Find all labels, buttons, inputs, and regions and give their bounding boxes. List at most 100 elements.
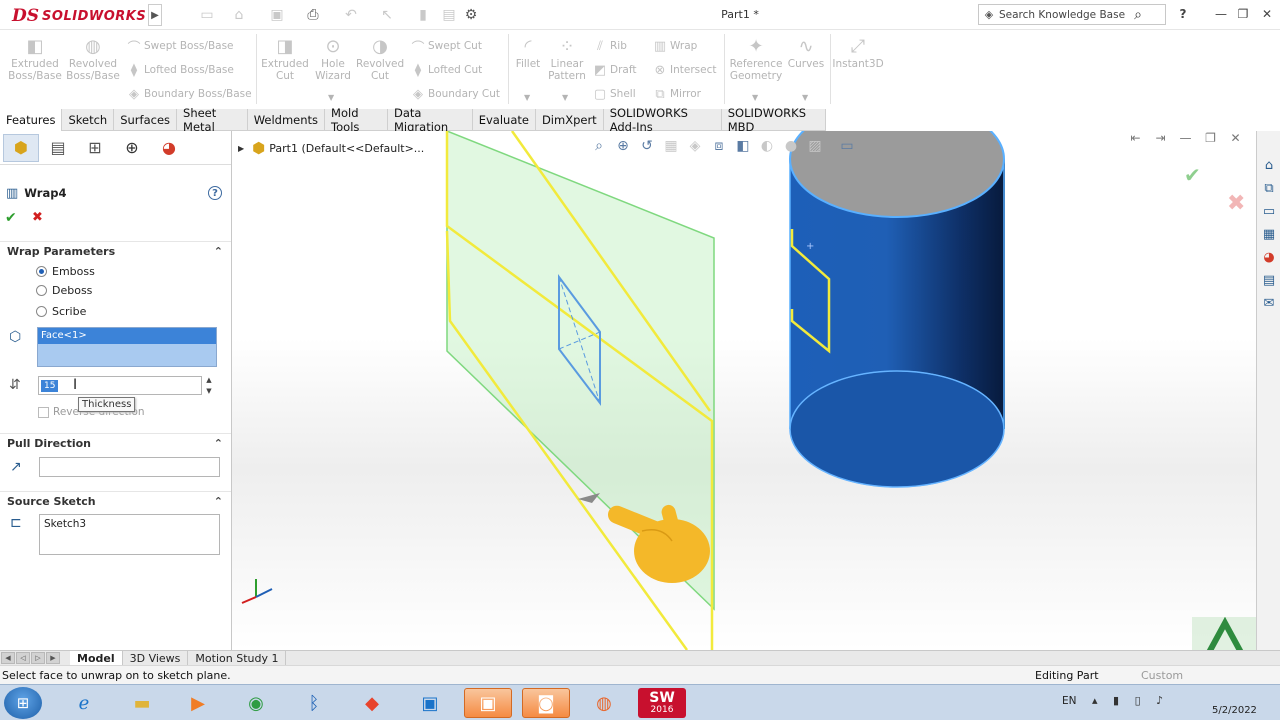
solidworks-logo[interactable]: DS SOLIDWORKS <box>12 6 146 26</box>
previous-tab-icon[interactable]: ◁ <box>16 652 30 664</box>
wrap-parameters-header[interactable]: Wrap Parameters ⌃ <box>0 241 231 261</box>
help-icon[interactable]: ? <box>1174 5 1192 23</box>
selected-face-item[interactable]: Face<1> <box>38 328 216 344</box>
view-palette-icon[interactable]: ▦ <box>1258 224 1280 244</box>
hole-wizard-button[interactable]: ⊙ Hole Wizard <box>310 36 356 82</box>
lofted-cut-button[interactable]: ⧫ Lofted Cut <box>408 61 483 79</box>
swept-cut-button[interactable]: ⌒ Swept Cut <box>408 37 481 56</box>
design-library-icon[interactable]: ⧉ <box>1258 178 1280 198</box>
cylinder-bottom[interactable] <box>789 370 1005 488</box>
boundary-boss-button[interactable]: ◈ Boundary Boss/Base <box>124 85 252 103</box>
file-explorer-icon[interactable]: ▬ <box>118 688 166 718</box>
viewport-close-icon[interactable]: ✕ <box>1223 131 1248 145</box>
undo-icon[interactable]: ↶ <box>340 6 362 24</box>
tab-data-migration[interactable]: Data Migration <box>388 106 473 134</box>
system-tray-icons[interactable]: ▴ ▮ ▯ ♪ <box>1092 694 1169 707</box>
display-manager-tab-icon[interactable]: ◕ <box>151 134 187 162</box>
fillet-button[interactable]: ◜ Fillet <box>512 36 544 70</box>
collapse-chevron-icon[interactable]: ⌃ <box>214 437 223 450</box>
tab-weldments[interactable]: Weldments <box>248 109 326 131</box>
source-sketch-header[interactable]: Source Sketch ⌃ <box>0 491 231 511</box>
instant3d-button[interactable]: ⤢ Instant3D <box>832 36 884 70</box>
tab-dimxpert[interactable]: DimXpert <box>536 109 604 131</box>
unit-system[interactable]: Custom <box>1141 669 1183 682</box>
start-button[interactable]: ⊞ <box>4 687 42 719</box>
expand-arrow-icon[interactable]: ▶ <box>238 144 244 153</box>
close-window-button[interactable]: ✕ <box>1258 5 1276 23</box>
extruded-boss-button[interactable]: ◧ Extruded Boss/Base <box>8 36 62 82</box>
firefox-icon[interactable]: ◍ <box>580 688 628 718</box>
confirmation-cancel-icon[interactable]: ✖ <box>1227 191 1245 216</box>
dimxpert-manager-tab-icon[interactable]: ⊕ <box>114 134 150 162</box>
zoom-to-area-icon[interactable]: ⊕ <box>611 138 635 154</box>
checkbox[interactable] <box>38 406 49 418</box>
tab-surfaces[interactable]: Surfaces <box>114 109 178 131</box>
source-sketch-field[interactable]: Sketch3 <box>39 514 220 555</box>
dynamic-annotation-icon[interactable]: ◈ <box>683 138 707 154</box>
radio[interactable] <box>36 284 47 296</box>
last-tab-icon[interactable]: ▶ <box>46 652 60 664</box>
mirror-button[interactable]: ⧉ Mirror <box>650 85 701 103</box>
tab-sheet-metal[interactable]: Sheet Metal <box>177 106 248 134</box>
graphics-area[interactable]: + ▶ ⬢ Part1 (Default<<Default>... ⌕ ⊕ ↺ … <box>232 131 1256 650</box>
search-input[interactable] <box>999 8 1129 21</box>
appearances-icon[interactable]: ◕ <box>1258 247 1280 267</box>
thickness-spinner[interactable]: ▲ ▼ <box>203 376 215 395</box>
custom-properties-icon[interactable]: ▤ <box>1258 270 1280 290</box>
pull-direction-header[interactable]: Pull Direction ⌃ <box>0 433 231 453</box>
hole-wizard-dropdown-icon[interactable]: ▼ <box>328 93 334 102</box>
tab-3d-views[interactable]: 3D Views <box>123 650 189 666</box>
new-document-icon[interactable]: ▭ <box>196 6 218 24</box>
zoom-to-fit-icon[interactable]: ⌕ <box>587 138 611 154</box>
apply-scene-icon[interactable]: ▨ <box>803 138 827 154</box>
curves-dropdown-icon[interactable]: ▼ <box>802 93 808 102</box>
linear-pattern-dropdown-icon[interactable]: ▼ <box>562 93 568 102</box>
first-tab-icon[interactable]: ◀ <box>1 652 15 664</box>
scribe-option[interactable]: Scribe <box>36 303 86 319</box>
wrap-button[interactable]: ▥ Wrap <box>650 37 697 55</box>
property-manager-tab-icon[interactable]: ▤ <box>40 134 76 162</box>
help-icon[interactable]: ? <box>208 186 222 200</box>
revolved-boss-button[interactable]: ◍ Revolved Boss/Base <box>66 36 120 82</box>
search-scope-icon[interactable]: ◈ <box>979 8 999 21</box>
chrome-icon[interactable]: ◉ <box>232 688 280 718</box>
tab-model[interactable]: Model <box>70 650 123 666</box>
select-arrow-icon[interactable]: ↖ <box>376 6 398 24</box>
search-icon[interactable]: ⌕ <box>1129 7 1147 23</box>
tab-motion-study[interactable]: Motion Study 1 <box>188 650 287 666</box>
camera-app-icon[interactable]: ◙ <box>522 688 570 718</box>
tab-features[interactable]: Features <box>0 109 63 131</box>
input-language[interactable]: EN <box>1062 695 1077 707</box>
feature-manager-tab-icon[interactable]: ⬢ <box>3 133 39 162</box>
file-explorer-icon[interactable]: ▭ <box>1258 201 1280 221</box>
radio[interactable] <box>36 305 47 317</box>
configuration-manager-tab-icon[interactable]: ⊞ <box>77 134 113 162</box>
thickness-input[interactable]: 15 I <box>38 376 202 395</box>
internet-explorer-icon[interactable]: ℯ <box>60 688 108 718</box>
viewport-back-icon[interactable]: ⇤ <box>1123 131 1148 145</box>
collapse-chevron-icon[interactable]: ⌃ <box>214 495 223 508</box>
deboss-option[interactable]: Deboss <box>36 282 92 298</box>
reference-geometry-dropdown-icon[interactable]: ▼ <box>752 93 758 102</box>
tab-solidworks-mbd[interactable]: SOLIDWORKS MBD <box>722 106 826 134</box>
shell-button[interactable]: ▢ Shell <box>590 85 636 103</box>
linear-pattern-button[interactable]: ⁘ Linear Pattern <box>546 36 588 82</box>
menu-expand-arrow[interactable]: ▶ <box>148 4 162 26</box>
view-orientation-icon[interactable]: ⧈ <box>707 138 731 154</box>
save-icon[interactable]: ▣ <box>266 6 288 24</box>
tab-solidworks-addins[interactable]: SOLIDWORKS Add-Ins <box>604 106 722 134</box>
radio-selected[interactable] <box>36 265 47 277</box>
intersect-button[interactable]: ⊗ Intersect <box>650 61 717 79</box>
file-properties-icon[interactable]: ▤ <box>438 6 460 24</box>
knowledge-base-search[interactable]: ◈ ⌕ <box>978 4 1166 25</box>
clock-date[interactable]: 5/2/2022 <box>1212 705 1257 716</box>
lofted-boss-button[interactable]: ⧫ Lofted Boss/Base <box>124 61 234 79</box>
print-icon[interactable]: ⎙ <box>302 6 324 24</box>
swept-boss-button[interactable]: ⌒ Swept Boss/Base <box>124 37 233 56</box>
tab-mold-tools[interactable]: Mold Tools <box>325 106 388 134</box>
extruded-cut-button[interactable]: ◨ Extruded Cut <box>260 36 310 82</box>
viewport-restore-icon[interactable]: ❐ <box>1198 131 1223 145</box>
feature-tree-root[interactable]: ▶ ⬢ Part1 (Default<<Default>... <box>238 139 424 157</box>
rebuild-icon[interactable]: ▮ <box>412 6 434 24</box>
cancel-button[interactable]: ✖ <box>32 210 43 225</box>
